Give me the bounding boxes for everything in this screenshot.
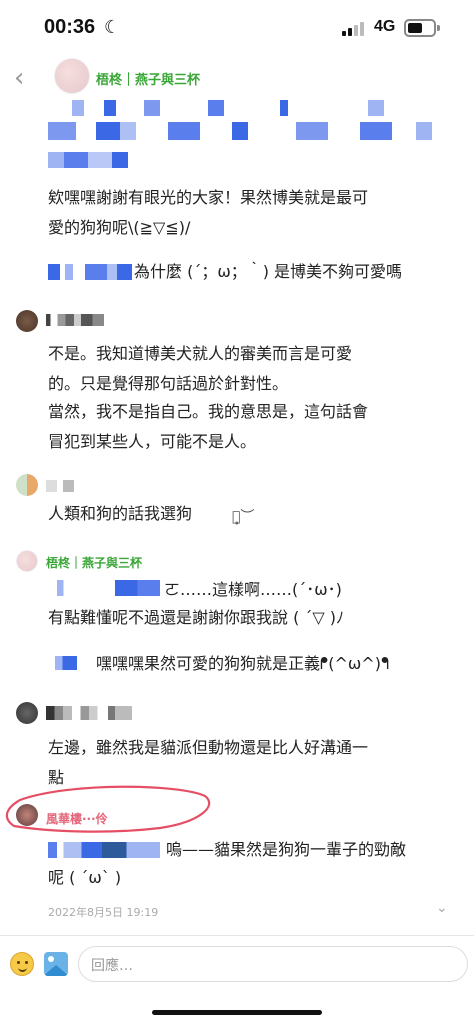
moon-icon: ☾	[104, 17, 121, 38]
message-text: 嘿嘿嘿果然可愛的狗狗就是正義ᖰ(^ω^)ᖳ	[96, 654, 390, 673]
message-text: 冒犯到某些人，可能不是人。	[48, 432, 257, 451]
censored-name	[46, 480, 74, 492]
status-time: 00:36	[44, 16, 96, 38]
reply-bar: 回應…	[0, 935, 474, 1024]
network-label: 4G	[374, 18, 396, 35]
censored-mention	[48, 842, 160, 858]
avatar[interactable]	[54, 58, 90, 94]
message-text: 有點難懂呢不過還是謝謝你跟我說 ( ´▽ )ﾉ	[48, 608, 345, 627]
message-text: 左邊，雖然我是貓派但動物還是比人好溝通一	[48, 738, 369, 757]
message-text: 的。只是覺得那句話過於針對性。	[48, 374, 289, 393]
censored-mention	[48, 656, 84, 670]
home-indicator	[152, 1010, 322, 1015]
message-text: 人類和狗的話我選狗	[48, 504, 193, 523]
signal-icon	[342, 20, 368, 36]
message-text: 呢 ( ´ω` )	[48, 868, 122, 887]
message-text: 愛的狗狗呢\(≧▽≦)/	[48, 218, 191, 237]
message-text: 點	[48, 768, 65, 787]
censored-mention	[48, 264, 132, 280]
avatar[interactable]	[16, 474, 38, 496]
battery-icon	[404, 19, 440, 37]
message-text: 當然，我不是指自己。我的意思是，這句話會	[48, 402, 369, 421]
avatar[interactable]	[16, 804, 38, 826]
page-title[interactable]: 梧柊｜燕子與三杯	[96, 69, 200, 88]
message-text: 欸嘿嘿謝謝有眼光的大家！果然博美就是最可	[48, 188, 369, 207]
image-icon[interactable]	[44, 952, 68, 976]
comment-date: 2022年8月5日 19:19	[48, 906, 159, 919]
status-bar: 00:36 ☾ 4G	[0, 0, 474, 60]
reply-input[interactable]: 回應…	[78, 946, 468, 982]
commenter-name[interactable]: 梧柊｜燕子與三杯	[46, 554, 142, 571]
commenter-name[interactable]: 風華樓···伶	[46, 810, 108, 827]
avatar[interactable]	[16, 310, 38, 332]
avatar[interactable]	[16, 702, 38, 724]
message-text: 不是。我知道博美犬就人的審美而言是可愛	[48, 344, 353, 363]
censored-mention	[48, 580, 160, 596]
chevron-down-icon[interactable]: ⌄	[436, 900, 448, 916]
emoji-icon[interactable]	[10, 952, 34, 976]
back-button[interactable]: ‹	[14, 64, 38, 92]
quote-text: 為什麼 (´；ω；｀) 是博美不夠可愛嗎	[134, 262, 403, 281]
avatar[interactable]	[16, 550, 38, 572]
message-text: 嗚——貓果然是狗狗一輩子的勁敵	[166, 840, 407, 859]
censored-block	[48, 100, 448, 174]
sleepy-emoji-icon: ︶̥︶	[232, 509, 255, 525]
censored-name	[46, 706, 132, 720]
censored-name	[46, 314, 104, 326]
message-text: ㄛ……這樣啊……(´･ω･)	[164, 580, 342, 599]
